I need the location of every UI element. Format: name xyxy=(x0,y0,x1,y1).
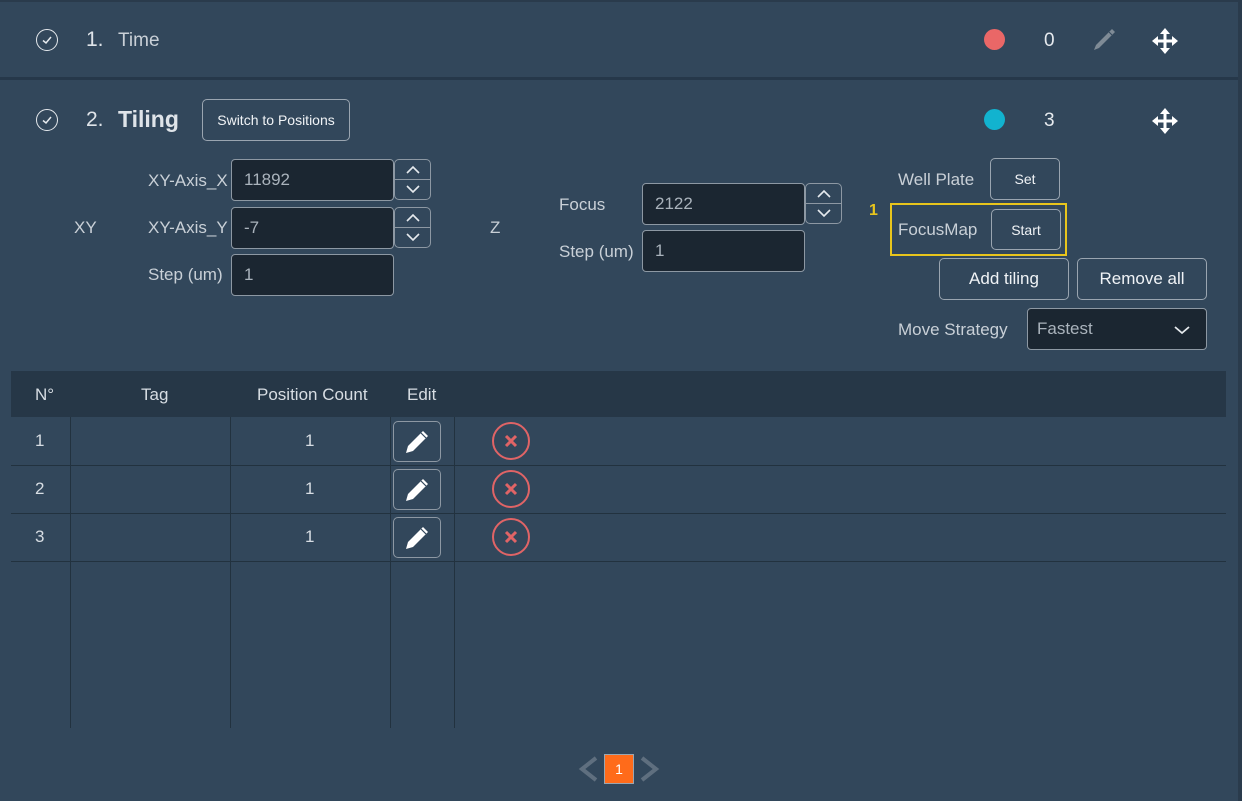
row-delete-button[interactable] xyxy=(492,518,530,556)
pencil-icon xyxy=(406,478,428,501)
right-border xyxy=(1238,0,1242,801)
move-strategy-select[interactable]: Fastest xyxy=(1027,308,1207,350)
remove-all-button[interactable]: Remove all xyxy=(1077,258,1207,300)
switch-to-positions-button[interactable]: Switch to Positions xyxy=(202,99,350,141)
focusmap-label: FocusMap xyxy=(898,220,978,239)
step-time-status-dot xyxy=(984,29,1005,50)
pencil-icon xyxy=(406,526,428,549)
z-step-input[interactable]: 1 xyxy=(642,230,805,272)
row-number: 2 xyxy=(35,479,45,498)
focus-stepper[interactable] xyxy=(805,183,842,224)
xy-axis-x-input[interactable]: 11892 xyxy=(231,159,394,201)
xy-axis-y-decrement-chevron-down-icon[interactable] xyxy=(395,227,430,247)
row-delete-button[interactable] xyxy=(492,470,530,508)
well-plate-set-button[interactable]: Set xyxy=(990,158,1060,200)
row-delete-button[interactable] xyxy=(492,422,530,460)
annotation-number: 1 xyxy=(869,202,878,219)
xy-axis-x-stepper[interactable] xyxy=(394,159,431,200)
step-tiling-move-icon[interactable] xyxy=(1151,107,1179,135)
step-tiling-status-dot xyxy=(984,109,1005,130)
table-row[interactable]: 3 1 xyxy=(0,513,1226,561)
xy-axis-x-label: XY-Axis_X xyxy=(148,171,228,190)
xy-step-input[interactable]: 1 xyxy=(231,254,394,296)
xy-step-label: Step (um) xyxy=(148,265,223,284)
row-divider xyxy=(11,561,1226,562)
top-border xyxy=(0,0,1242,2)
xy-axis-x-decrement-chevron-down-icon[interactable] xyxy=(395,179,430,199)
focusmap-start-button[interactable]: Start xyxy=(991,209,1061,250)
pagination-next-chevron-right-icon[interactable] xyxy=(639,755,661,783)
row-position-count: 1 xyxy=(305,431,315,450)
close-icon xyxy=(504,530,518,544)
focus-increment-chevron-up-icon[interactable] xyxy=(806,184,841,203)
step-tiling-check-icon[interactable] xyxy=(36,109,58,131)
z-label: Z xyxy=(490,218,501,237)
table-header xyxy=(11,371,1226,417)
pencil-icon xyxy=(406,430,428,453)
chevron-down-icon xyxy=(1174,326,1190,335)
xy-axis-y-stepper[interactable] xyxy=(394,207,431,248)
row-edit-button[interactable] xyxy=(393,469,441,510)
xy-axis-y-input[interactable]: -7 xyxy=(231,207,394,249)
step-time-title: Time xyxy=(118,30,160,51)
close-icon xyxy=(504,434,518,448)
xy-axis-x-increment-chevron-up-icon[interactable] xyxy=(395,160,430,179)
xy-axis-y-increment-chevron-up-icon[interactable] xyxy=(395,208,430,227)
focus-label: Focus xyxy=(559,195,606,214)
step-separator xyxy=(0,77,1238,80)
step-tiling-count: 3 xyxy=(1044,110,1055,131)
z-step-label: Step (um) xyxy=(559,242,634,261)
header-number: N° xyxy=(35,385,55,404)
row-position-count: 1 xyxy=(305,527,315,546)
move-strategy-label: Move Strategy xyxy=(898,320,1008,339)
step-time-edit-pencil-icon[interactable] xyxy=(1090,26,1118,54)
row-edit-button[interactable] xyxy=(393,517,441,558)
xy-axis-y-label: XY-Axis_Y xyxy=(148,218,228,237)
close-icon xyxy=(504,482,518,496)
header-position-count: Position Count xyxy=(257,385,368,404)
step-tiling-number: 2. xyxy=(86,108,104,131)
pagination-prev-chevron-left-icon[interactable] xyxy=(577,755,599,783)
row-edit-button[interactable] xyxy=(393,421,441,462)
table-row[interactable]: 1 1 xyxy=(0,417,1226,465)
focus-input[interactable]: 2122 xyxy=(642,183,805,225)
well-plate-label: Well Plate xyxy=(898,170,975,189)
add-tiling-button[interactable]: Add tiling xyxy=(939,258,1069,300)
step-time-number: 1. xyxy=(86,28,104,51)
row-number: 3 xyxy=(35,527,45,546)
row-position-count: 1 xyxy=(305,479,315,498)
row-number: 1 xyxy=(35,431,45,450)
focus-decrement-chevron-down-icon[interactable] xyxy=(806,203,841,223)
pagination-page-1[interactable]: 1 xyxy=(604,754,634,784)
step-time-count: 0 xyxy=(1044,30,1055,51)
step-tiling-title: Tiling xyxy=(118,106,179,132)
xy-label: XY xyxy=(74,218,97,237)
step-time-move-icon[interactable] xyxy=(1151,27,1179,55)
table-row[interactable]: 2 1 xyxy=(0,465,1226,513)
header-tag: Tag xyxy=(141,385,169,404)
header-edit: Edit xyxy=(407,385,437,404)
move-strategy-value: Fastest xyxy=(1037,319,1093,338)
step-time-check-icon[interactable] xyxy=(36,29,58,51)
